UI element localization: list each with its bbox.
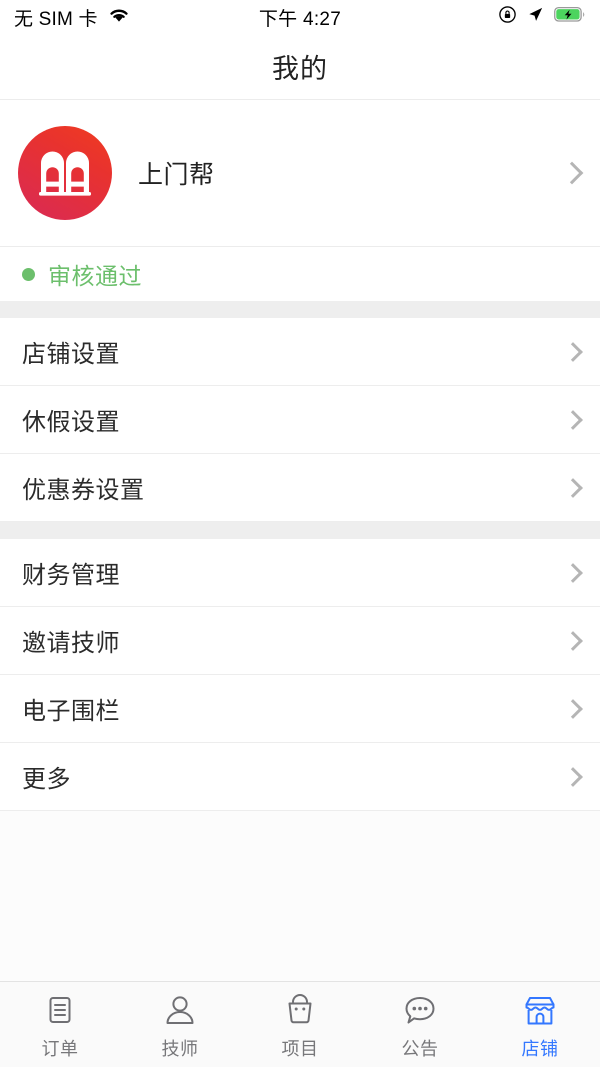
status-dot-icon [22, 267, 35, 281]
empty-space [0, 811, 600, 981]
tab-label: 技师 [161, 1038, 199, 1059]
tab-projects[interactable]: 项目 [240, 982, 360, 1067]
list-item-shop-settings[interactable]: 店铺设置 [0, 318, 600, 386]
list-item-holiday-settings[interactable]: 休假设置 [0, 386, 600, 454]
chevron-right-icon [563, 477, 583, 498]
list-item-label: 邀请技师 [22, 630, 120, 657]
list-item-label: 财务管理 [22, 562, 120, 589]
chevron-right-icon [563, 630, 583, 651]
status-bar-right [498, 5, 586, 29]
section-divider [0, 522, 600, 539]
list-item-invite-technician[interactable]: 邀请技师 [0, 607, 600, 675]
chevron-right-icon [560, 161, 584, 185]
chevron-right-icon [563, 562, 583, 583]
carrier-label: 无 SIM 卡 [14, 8, 98, 30]
tab-shop[interactable]: 店铺 [480, 982, 600, 1067]
shop-name-label: 上门帮 [138, 161, 215, 189]
shopping-bag-icon [282, 993, 318, 1029]
list-item-label: 店铺设置 [22, 341, 120, 368]
chevron-right-icon [563, 698, 583, 719]
settings-group-2: 财务管理 邀请技师 电子围栏 更多 [0, 539, 600, 811]
tab-technicians[interactable]: 技师 [120, 982, 240, 1067]
list-item-label: 电子围栏 [22, 698, 120, 725]
battery-charging-icon [554, 6, 586, 28]
tab-label: 店铺 [521, 1038, 559, 1059]
settings-group-1: 店铺设置 休假设置 优惠券设置 [0, 318, 600, 522]
shop-logo-avatar [18, 126, 112, 220]
section-divider [0, 301, 600, 318]
location-arrow-icon [526, 5, 545, 29]
list-item-geofence[interactable]: 电子围栏 [0, 675, 600, 743]
list-item-coupon-settings[interactable]: 优惠券设置 [0, 454, 600, 522]
tab-label: 项目 [281, 1038, 319, 1059]
list-item-label: 更多 [22, 766, 71, 793]
content-scroll: 上门帮 审核通过 店铺设置 休假设置 优惠券设置 财务管理 邀请技师 电子围栏 … [0, 100, 600, 981]
person-icon [162, 993, 198, 1029]
bottom-tab-bar: 订单 技师 项目 公告 店铺 [0, 981, 600, 1067]
page-title: 我的 [272, 54, 328, 84]
page-header: 我的 [0, 34, 600, 100]
list-item-label: 休假设置 [22, 409, 120, 436]
tab-label: 公告 [401, 1038, 439, 1059]
tab-label: 订单 [41, 1038, 79, 1059]
chevron-right-icon [563, 409, 583, 430]
audit-status-label: 审核通过 [48, 263, 142, 289]
audit-status-row: 审核通过 [0, 247, 600, 301]
document-icon [42, 993, 78, 1029]
shop-profile-row[interactable]: 上门帮 [0, 100, 600, 247]
chevron-right-icon [563, 341, 583, 362]
list-item-label: 优惠券设置 [22, 477, 145, 504]
tab-announcements[interactable]: 公告 [360, 982, 480, 1067]
tab-orders[interactable]: 订单 [0, 982, 120, 1067]
status-bar: 无 SIM 卡 下午 4:27 [0, 0, 600, 34]
chevron-right-icon [563, 766, 583, 787]
list-item-more[interactable]: 更多 [0, 743, 600, 811]
status-bar-left: 无 SIM 卡 [14, 4, 131, 31]
list-item-finance-management[interactable]: 财务管理 [0, 539, 600, 607]
clock-label: 下午 4:27 [258, 8, 342, 30]
chat-bubble-icon [402, 993, 438, 1029]
storefront-icon [522, 993, 558, 1029]
wifi-icon [107, 6, 131, 29]
app-screen: 无 SIM 卡 下午 4:27 我的 上门帮 审核通过 店铺设置 休假设置 优惠… [0, 0, 600, 1067]
rotation-lock-icon [498, 5, 517, 29]
